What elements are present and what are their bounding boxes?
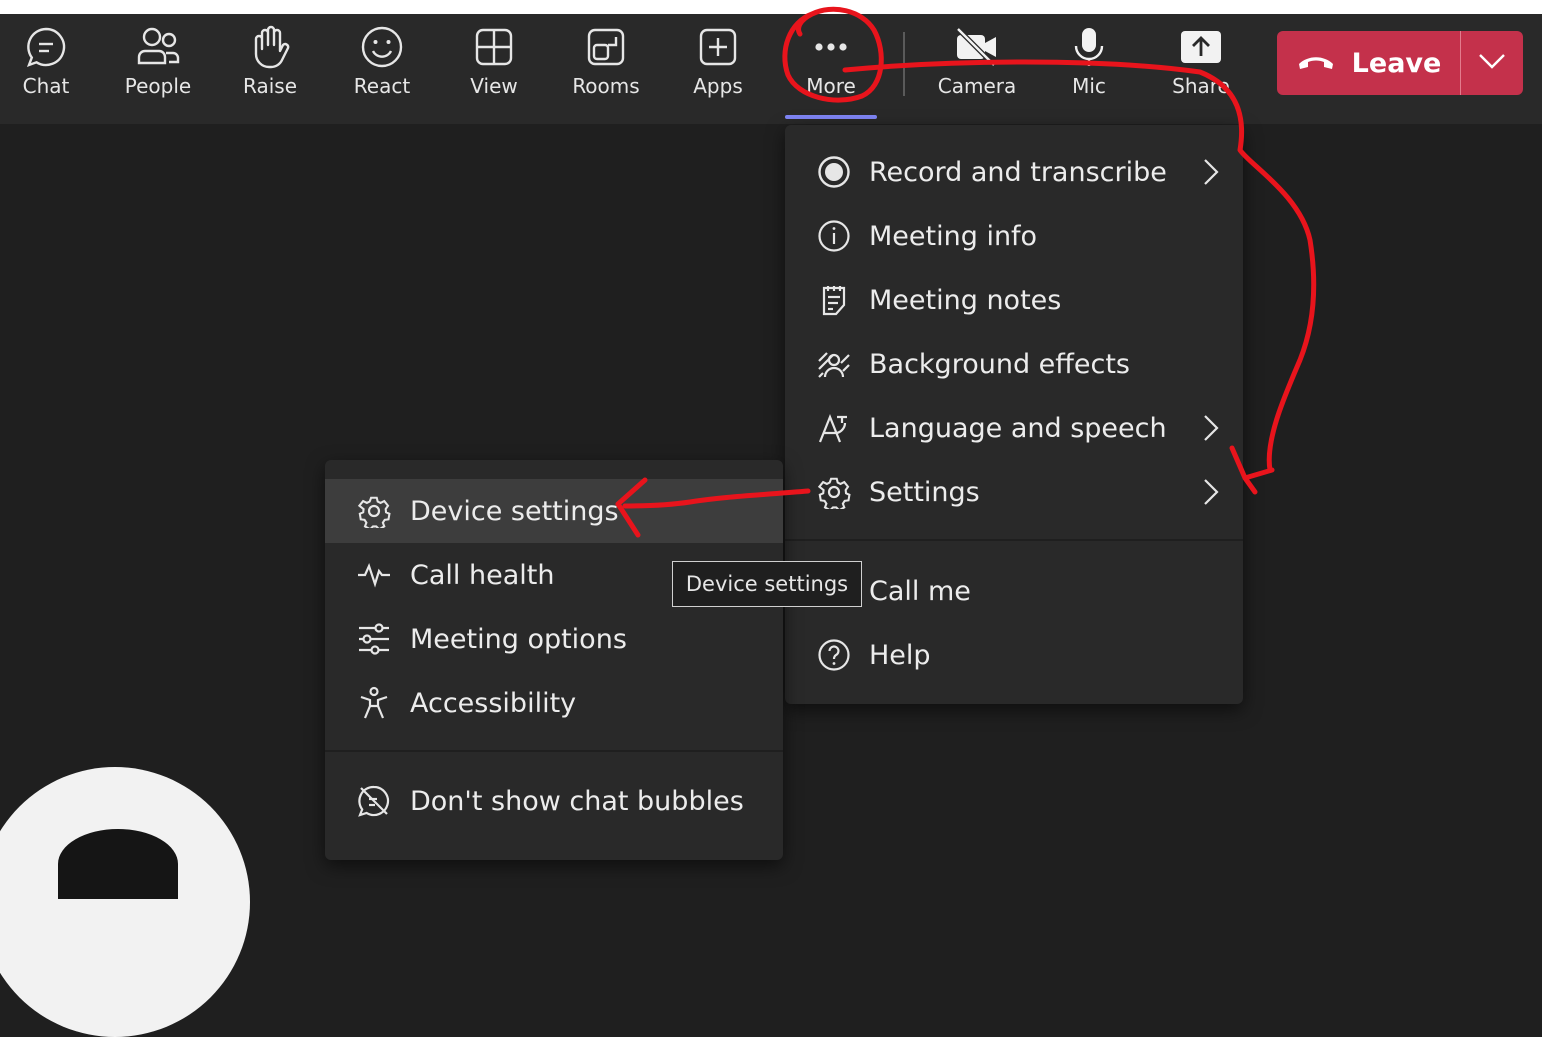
menu-item-meeting-info[interactable]: Meeting info <box>785 204 1243 268</box>
sliders-icon <box>357 622 391 656</box>
menu-item-label: Meeting info <box>869 220 1038 252</box>
background-effects-icon <box>817 347 851 381</box>
share-button[interactable]: Share <box>1151 14 1251 114</box>
gear-icon <box>357 494 391 528</box>
camera-label: Camera <box>937 74 1017 98</box>
submenu-item-meeting-options[interactable]: Meeting options <box>325 607 783 671</box>
rooms-icon <box>586 26 626 68</box>
submenu-item-label: Meeting options <box>410 623 627 655</box>
menu-item-label: Record and transcribe <box>869 156 1167 188</box>
mic-button[interactable]: Mic <box>1039 14 1139 114</box>
chat-icon <box>24 26 68 68</box>
people-icon <box>135 26 181 68</box>
hang-up-icon <box>1296 51 1336 75</box>
grid-icon <box>474 26 514 68</box>
meeting-toolbar: Chat People Raise React View Rooms Apps … <box>0 14 1542 124</box>
mic-label: Mic <box>1072 74 1106 98</box>
submenu-item-device-settings[interactable]: Device settings <box>325 479 783 543</box>
rooms-button[interactable]: Rooms <box>556 14 656 114</box>
submenu-item-label: Device settings <box>410 495 619 527</box>
view-label: View <box>470 74 518 98</box>
menu-item-label: Call me <box>869 575 971 607</box>
react-label: React <box>353 74 411 98</box>
submenu-item-label: Accessibility <box>410 687 577 719</box>
react-button[interactable]: React <box>332 14 432 114</box>
chevron-right-icon <box>1204 159 1219 185</box>
more-icon <box>811 26 851 68</box>
menu-item-meeting-notes[interactable]: Meeting notes <box>785 268 1243 332</box>
view-button[interactable]: View <box>444 14 544 114</box>
smile-icon <box>360 26 404 68</box>
chevron-down-icon <box>1478 53 1506 73</box>
tooltip: Device settings <box>672 561 862 607</box>
share-icon <box>1180 26 1222 68</box>
more-label: More <box>806 74 856 98</box>
camera-button[interactable]: Camera <box>927 14 1027 114</box>
camera-off-icon <box>954 26 1000 68</box>
accessibility-icon <box>357 686 391 720</box>
apps-button[interactable]: Apps <box>668 14 768 114</box>
menu-item-record[interactable]: Record and transcribe <box>785 140 1243 204</box>
menu-item-label: Language and speech <box>869 412 1167 444</box>
submenu-item-chat-bubbles[interactable]: Don't show chat bubbles <box>325 769 783 833</box>
pulse-icon <box>357 558 391 592</box>
menu-item-language[interactable]: Language and speech <box>785 396 1243 460</box>
submenu-item-accessibility[interactable]: Accessibility <box>325 671 783 735</box>
menu-item-label: Background effects <box>869 348 1130 380</box>
submenu-divider <box>325 750 783 752</box>
raise-hand-icon <box>250 25 290 69</box>
chat-off-icon <box>357 784 391 818</box>
avatar <box>0 767 250 1037</box>
add-app-icon <box>698 26 738 68</box>
leave-button[interactable]: Leave <box>1277 31 1523 95</box>
help-icon <box>817 638 851 672</box>
leave-options-button[interactable] <box>1461 31 1523 95</box>
info-icon <box>817 219 851 253</box>
leave-main[interactable]: Leave <box>1277 31 1460 95</box>
menu-item-settings[interactable]: Settings <box>785 460 1243 524</box>
menu-item-label: Meeting notes <box>869 284 1062 316</box>
submenu-item-label: Call health <box>410 559 555 591</box>
rooms-label: Rooms <box>572 74 640 98</box>
chat-button[interactable]: Chat <box>0 14 96 114</box>
chevron-right-icon <box>1204 415 1219 441</box>
leave-label: Leave <box>1351 47 1442 79</box>
menu-item-background-effects[interactable]: Background effects <box>785 332 1243 396</box>
gear-icon <box>817 475 851 509</box>
menu-item-label: Settings <box>869 476 980 508</box>
more-button[interactable]: More <box>781 14 881 114</box>
avatar-photo <box>58 829 178 899</box>
more-menu: Record and transcribe Meeting info Meeti… <box>785 125 1243 704</box>
menu-divider <box>785 539 1243 541</box>
people-label: People <box>124 74 192 98</box>
toolbar-divider <box>903 32 905 96</box>
people-button[interactable]: People <box>108 14 208 114</box>
notes-icon <box>817 283 851 317</box>
language-icon <box>817 411 851 445</box>
more-active-indicator <box>785 115 877 119</box>
share-label: Share <box>1172 74 1230 98</box>
raise-label: Raise <box>243 74 297 98</box>
top-border <box>0 0 1542 14</box>
menu-item-label: Help <box>869 639 931 671</box>
chevron-right-icon <box>1204 479 1219 505</box>
apps-label: Apps <box>693 74 743 98</box>
chat-label: Chat <box>22 74 70 98</box>
menu-item-help[interactable]: Help <box>785 623 1243 687</box>
record-icon <box>817 155 851 189</box>
mic-icon <box>1071 26 1107 68</box>
submenu-item-label: Don't show chat bubbles <box>410 785 744 817</box>
settings-submenu: Device settings Call health Meeting opti… <box>325 460 783 860</box>
raise-hand-button[interactable]: Raise <box>220 14 320 114</box>
